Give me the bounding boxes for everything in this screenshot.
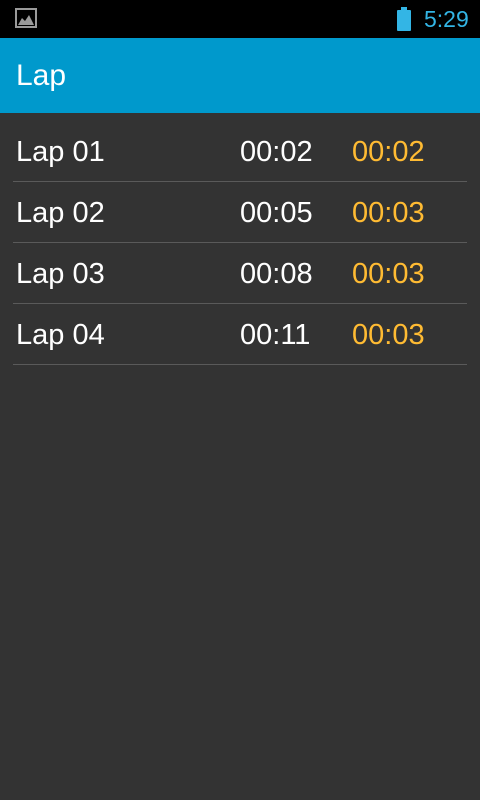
lap-split-time: 00:03 xyxy=(352,258,425,290)
lap-row[interactable]: Lap 04 00:11 00:03 xyxy=(13,304,467,365)
lap-list: Lap 01 00:02 00:02 Lap 02 00:05 00:03 La… xyxy=(13,121,467,365)
battery-full-icon xyxy=(397,7,411,31)
status-clock: 5:29 xyxy=(424,6,469,32)
lap-total-time: 00:11 xyxy=(240,319,311,351)
page-title: Lap xyxy=(16,59,67,92)
lap-row[interactable]: Lap 02 00:05 00:03 xyxy=(13,182,467,243)
image-icon xyxy=(15,8,37,28)
lap-split-time: 00:02 xyxy=(352,136,425,168)
lap-split-time: 00:03 xyxy=(352,319,425,351)
lap-name: Lap 03 xyxy=(16,258,105,290)
lap-split-time: 00:03 xyxy=(352,197,425,229)
lap-name: Lap 02 xyxy=(16,197,105,229)
lap-row[interactable]: Lap 03 00:08 00:03 xyxy=(13,243,467,304)
lap-name: Lap 01 xyxy=(16,136,105,168)
lap-name: Lap 04 xyxy=(16,319,105,351)
action-bar: Lap xyxy=(0,38,480,113)
lap-total-time: 00:02 xyxy=(240,136,313,168)
status-bar: 5:29 xyxy=(0,0,480,38)
lap-row[interactable]: Lap 01 00:02 00:02 xyxy=(13,121,467,182)
lap-total-time: 00:05 xyxy=(240,197,313,229)
lap-total-time: 00:08 xyxy=(240,258,313,290)
